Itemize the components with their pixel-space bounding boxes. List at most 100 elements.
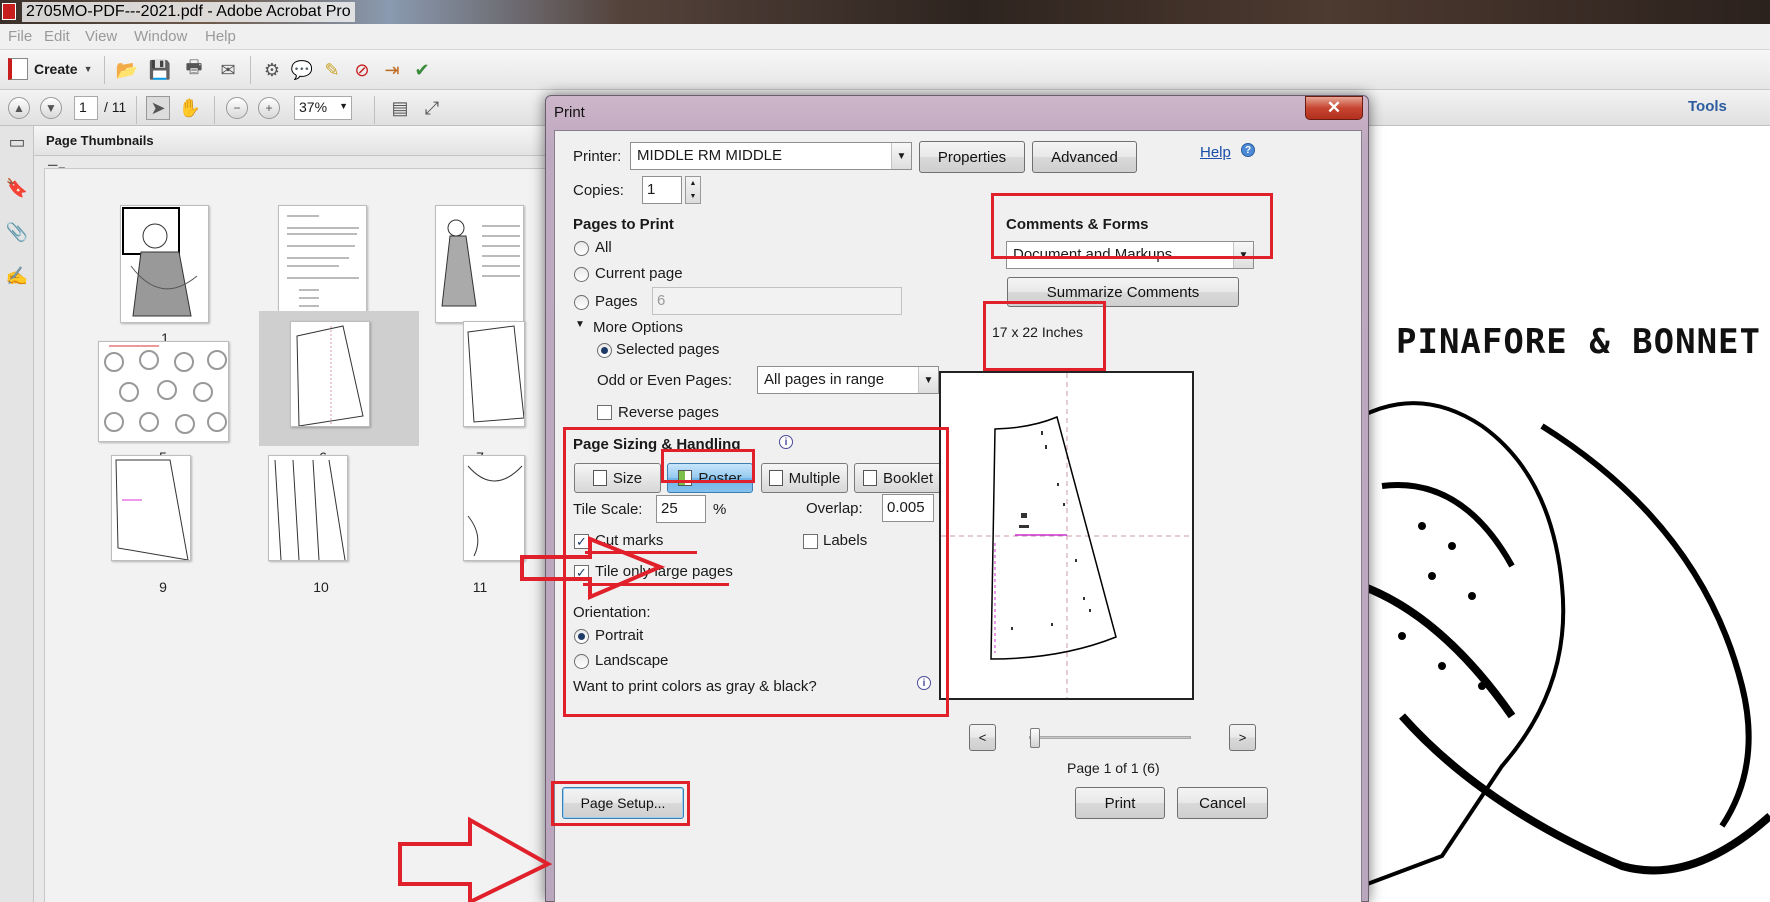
highlight-icon[interactable]: ✎: [320, 58, 344, 82]
next-page-icon[interactable]: ▼: [40, 97, 62, 119]
radio-pages[interactable]: [574, 295, 589, 310]
preview-slider-thumb[interactable]: [1030, 728, 1040, 748]
radio-selected-pages-label: Selected pages: [616, 341, 720, 358]
hand-tool-icon[interactable]: ✋: [178, 96, 202, 120]
thumbnail-label: 9: [159, 579, 167, 595]
radio-current-page[interactable]: [574, 267, 589, 282]
thumbnail-page-11[interactable]: [463, 455, 525, 561]
zoom-out-icon[interactable]: −: [226, 97, 248, 119]
reverse-pages-checkbox[interactable]: [597, 405, 612, 420]
page-number-input[interactable]: 1: [74, 96, 98, 120]
document-view[interactable]: PINAFORE & BONNET: [1362, 126, 1770, 902]
help-question-icon[interactable]: ?: [1241, 143, 1255, 157]
page-total: / 11: [104, 99, 127, 115]
pages-range-input[interactable]: 6: [652, 287, 902, 315]
preview-page-info: Page 1 of 1 (6): [1067, 760, 1160, 776]
pages-to-print-heading: Pages to Print: [573, 216, 674, 233]
thumbnail-page-10[interactable]: [268, 455, 348, 561]
comment-icon[interactable]: 💬: [290, 58, 314, 82]
printer-select[interactable]: MIDDLE RM MIDDLE ▼: [630, 142, 912, 170]
tools-pane-button[interactable]: Tools: [1688, 98, 1727, 115]
thumbnail-page-6[interactable]: [290, 321, 370, 427]
fit-page-icon[interactable]: ▤: [388, 96, 412, 120]
create-button[interactable]: Create ▼: [8, 58, 93, 80]
thumbnail-page-3[interactable]: [435, 205, 524, 323]
create-label: Create: [34, 61, 78, 77]
navigation-rail: ▭ 🔖 📎 ✍: [0, 126, 34, 902]
menu-help[interactable]: Help: [205, 28, 236, 45]
menu-bar: File Edit View Window Help: [0, 24, 1770, 50]
attachments-icon[interactable]: 📎: [5, 220, 29, 244]
menu-edit[interactable]: Edit: [44, 28, 70, 45]
signatures-icon[interactable]: ✍: [5, 264, 29, 288]
email-icon[interactable]: ✉: [216, 58, 240, 82]
document-illustration: [1362, 401, 1770, 889]
thumbnail-grid: 1 2 3 5 6 7 9 10 11: [44, 168, 564, 902]
cancel-button[interactable]: Cancel: [1177, 787, 1268, 819]
dialog-title: Print: [554, 104, 585, 121]
annotation-box-comments-forms: [991, 193, 1273, 259]
redact-icon[interactable]: ⊘: [350, 58, 374, 82]
zoom-level-select[interactable]: 37% ▼: [294, 96, 352, 120]
thumbnail-page-1[interactable]: [120, 205, 209, 323]
radio-current-page-label: Current page: [595, 265, 683, 282]
help-link[interactable]: Help: [1200, 144, 1231, 161]
radio-selected-pages[interactable]: [597, 343, 612, 358]
radio-all-label: All: [595, 239, 612, 256]
copies-input[interactable]: 1: [642, 176, 682, 204]
preview-next-button[interactable]: >: [1229, 724, 1256, 751]
export-icon[interactable]: ⇥: [380, 58, 404, 82]
print-icon[interactable]: 🖶: [182, 57, 206, 82]
window-titlebar: 2705MO-PDF---2021.pdf - Adobe Acrobat Pr…: [0, 0, 1770, 24]
more-options-toggle[interactable]: More Options: [593, 319, 683, 336]
menu-file[interactable]: File: [8, 28, 32, 45]
chevron-down-icon: ▼: [83, 64, 93, 74]
sign-icon[interactable]: ✔: [410, 58, 434, 82]
save-icon[interactable]: 💾: [148, 58, 172, 82]
thumbnail-page-9[interactable]: [111, 455, 191, 561]
print-button[interactable]: Print: [1075, 787, 1165, 819]
bookmarks-icon[interactable]: 🔖: [5, 176, 29, 200]
collapse-triangle-icon[interactable]: ▼: [575, 319, 585, 330]
open-folder-icon[interactable]: 📂: [115, 58, 139, 82]
chevron-down-icon: ▼: [891, 143, 911, 169]
thumbnail-image: [441, 219, 520, 307]
copies-label: Copies:: [573, 182, 624, 199]
thumbnail-image: [296, 325, 364, 426]
create-pdf-icon: [8, 58, 28, 80]
thumbnail-page-2[interactable]: [278, 205, 367, 323]
select-tool-icon[interactable]: ➤: [146, 96, 170, 120]
thumbnail-label: 11: [472, 579, 488, 595]
zoom-in-icon[interactable]: +: [258, 97, 280, 119]
annotation-arrow-page-setup: [398, 816, 553, 902]
chevron-down-icon: ▼: [339, 101, 348, 111]
odd-even-value: All pages in range: [764, 371, 885, 388]
menu-view[interactable]: View: [85, 28, 117, 45]
radio-all[interactable]: [574, 241, 589, 256]
menu-window[interactable]: Window: [134, 28, 187, 45]
odd-even-select[interactable]: All pages in range ▼: [757, 366, 939, 394]
thumbnail-label: 10: [313, 579, 329, 595]
reverse-pages-label: Reverse pages: [618, 404, 719, 421]
panel-header: Page Thumbnails: [34, 126, 554, 156]
full-screen-icon[interactable]: ⤢: [420, 96, 444, 120]
copies-stepper[interactable]: ▲ ▼: [685, 176, 701, 204]
acrobat-pdf-icon: [2, 3, 16, 20]
annotation-arrow-tile-scale: [520, 536, 666, 601]
advanced-button[interactable]: Advanced: [1032, 141, 1137, 173]
thumbnail-image: [122, 207, 198, 317]
close-button[interactable]: ✕: [1305, 96, 1363, 120]
thumbnail-page-7[interactable]: [463, 321, 525, 427]
preview-slider-track[interactable]: [1029, 736, 1191, 739]
thumbnail-image: [104, 345, 227, 434]
thumbnail-image: [467, 465, 523, 557]
thumbnail-image: [274, 459, 346, 560]
preview-prev-button[interactable]: <: [969, 724, 996, 751]
page-thumbnails-icon[interactable]: ▭: [5, 130, 29, 154]
thumbnail-page-5[interactable]: [98, 341, 229, 442]
document-heading: PINAFORE & BONNET: [1396, 322, 1761, 362]
print-preview: [939, 371, 1194, 700]
settings-gear-icon[interactable]: ⚙: [260, 58, 284, 82]
properties-button[interactable]: Properties: [919, 141, 1025, 173]
previous-page-icon[interactable]: ▲: [8, 97, 30, 119]
